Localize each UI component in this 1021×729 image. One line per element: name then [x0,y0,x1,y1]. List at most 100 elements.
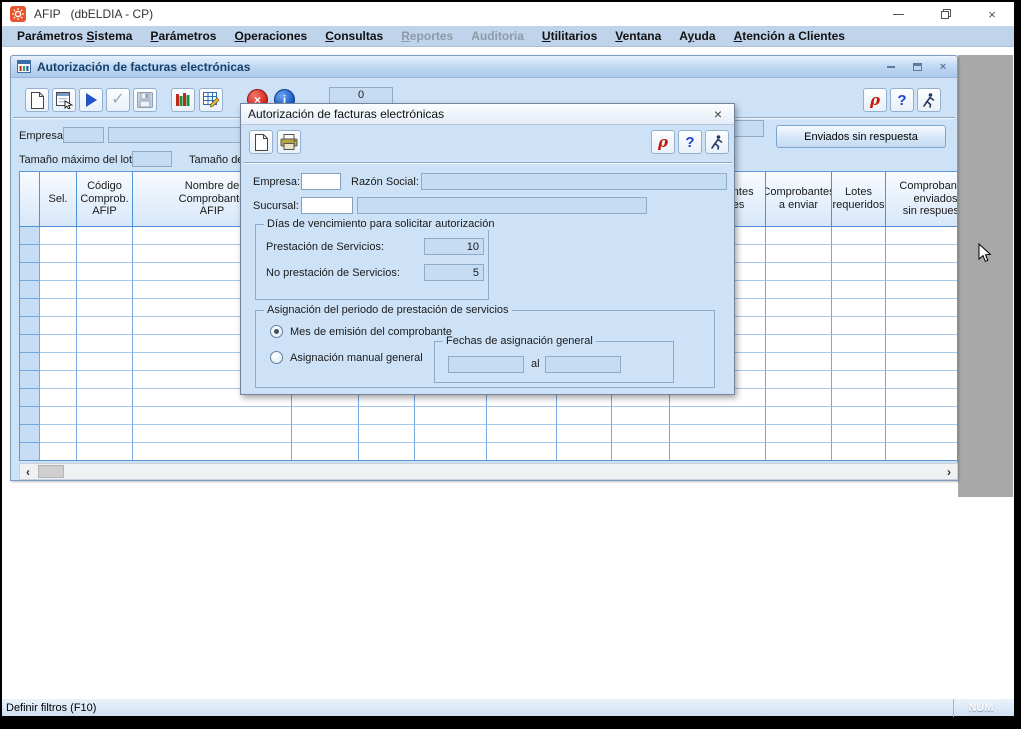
grid-cell[interactable] [40,299,77,317]
grid-cell[interactable] [670,443,766,461]
lote-field[interactable] [132,151,172,167]
scrollbar-thumb[interactable] [38,465,64,478]
grid-cell[interactable] [612,443,670,461]
dialog-new-button[interactable] [249,130,273,154]
dialog-empresa-field[interactable] [301,173,341,190]
grid-cell[interactable] [832,281,886,299]
row-indicator-cell[interactable] [20,389,40,407]
grid-cell[interactable] [832,353,886,371]
menu-item-ayuda[interactable]: Ayuda [670,26,724,46]
mdi-rho-button[interactable]: ρ [863,88,887,112]
dialog-help-button[interactable]: ? [678,130,702,154]
grid-cell[interactable] [832,407,886,425]
confirm-button[interactable]: ✓ [106,88,130,112]
sucursal-code-field[interactable] [301,197,353,214]
grid-cell[interactable] [886,281,958,299]
grid-cell[interactable] [133,425,292,443]
grid-cell[interactable] [77,371,133,389]
dialog-print-button[interactable] [277,130,301,154]
grid-cell[interactable] [359,443,415,461]
grid-cell[interactable] [40,353,77,371]
grid-cell[interactable] [40,227,77,245]
mdi-help-button[interactable]: ? [890,88,914,112]
columns-button[interactable] [171,88,195,112]
grid-cell[interactable] [557,425,612,443]
row-indicator-cell[interactable] [20,335,40,353]
dialog-exit-button[interactable] [705,130,729,154]
grid-cell[interactable] [766,263,832,281]
grid-cell[interactable] [415,407,487,425]
child-maximize-button[interactable] [909,60,925,74]
scroll-right-arrow-icon[interactable]: › [941,464,957,479]
grid-cell[interactable] [487,407,557,425]
grid-cell[interactable] [40,371,77,389]
dialog-titlebar[interactable]: Autorización de facturas electrónicas × [241,104,734,125]
grid-edit-button[interactable] [199,88,223,112]
grid-cell[interactable] [832,245,886,263]
grid-cell[interactable] [40,425,77,443]
grid-cell[interactable] [77,407,133,425]
grid-cell[interactable] [133,443,292,461]
grid-cell[interactable] [832,317,886,335]
grid-cell[interactable] [359,425,415,443]
grid-cell[interactable] [77,281,133,299]
radio-mes-emision[interactable] [270,325,283,338]
grid-cell[interactable] [832,443,886,461]
grid-cell[interactable] [766,443,832,461]
grid-cell[interactable] [886,263,958,281]
grid-cell[interactable] [670,407,766,425]
horizontal-scrollbar[interactable]: ‹ › [19,463,958,480]
close-button[interactable]: × [972,2,1012,26]
child-minimize-button[interactable] [883,60,899,74]
grid-cell[interactable] [292,425,359,443]
menu-item-ventana[interactable]: Ventana [606,26,670,46]
grid-cell[interactable] [832,425,886,443]
child-close-button[interactable]: × [935,60,951,74]
grid-cell[interactable] [415,425,487,443]
row-indicator-cell[interactable] [20,299,40,317]
row-indicator-cell[interactable] [20,263,40,281]
minimize-button[interactable] [878,2,918,26]
grid-cell[interactable] [77,299,133,317]
grid-cell[interactable] [886,425,958,443]
enviados-sin-respuesta-button[interactable]: Enviados sin respuesta [776,125,946,148]
dialog-rho-button[interactable]: ρ [651,130,675,154]
grid-cell[interactable] [77,317,133,335]
grid-cell[interactable] [886,407,958,425]
grid-cell[interactable] [886,299,958,317]
grid-header-comprobantes-a-enviar[interactable]: Comprobantes a enviar [766,172,832,227]
grid-cell[interactable] [415,443,487,461]
restore-button[interactable] [926,2,966,26]
grid-cell[interactable] [487,443,557,461]
grid-row[interactable] [20,425,957,443]
menu-item-consultas[interactable]: Consultas [316,26,392,46]
scroll-left-arrow-icon[interactable]: ‹ [20,464,36,479]
grid-cell[interactable] [886,353,958,371]
grid-header-comprobantes-enviados-sin-respuesta[interactable]: Comprobantes enviados sin respuesta [886,172,958,227]
grid-cell[interactable] [832,263,886,281]
radio-asignacion-manual[interactable] [270,351,283,364]
grid-cell[interactable] [40,443,77,461]
grid-row[interactable] [20,443,957,461]
row-indicator-cell[interactable] [20,227,40,245]
menu-item-parametros[interactable]: Parámetros [141,26,225,46]
run-button[interactable] [79,88,103,112]
row-indicator-cell[interactable] [20,443,40,461]
grid-cell[interactable] [77,227,133,245]
menu-item-operaciones[interactable]: Operaciones [225,26,316,46]
grid-header-codigo-comprob-afip[interactable]: Código Comprob. AFIP [77,172,133,227]
grid-cell[interactable] [292,443,359,461]
grid-cell[interactable] [77,425,133,443]
row-indicator-cell[interactable] [20,281,40,299]
grid-cell[interactable] [77,335,133,353]
grid-cell[interactable] [77,245,133,263]
grid-row[interactable] [20,407,957,425]
grid-cell[interactable] [40,335,77,353]
grid-cell[interactable] [40,245,77,263]
grid-cell[interactable] [670,425,766,443]
grid-header-col0[interactable] [20,172,40,227]
grid-header-sel[interactable]: Sel. [40,172,77,227]
grid-cell[interactable] [886,443,958,461]
grid-header-lotes-requeridos[interactable]: Lotes requeridos [832,172,886,227]
grid-cell[interactable] [766,353,832,371]
